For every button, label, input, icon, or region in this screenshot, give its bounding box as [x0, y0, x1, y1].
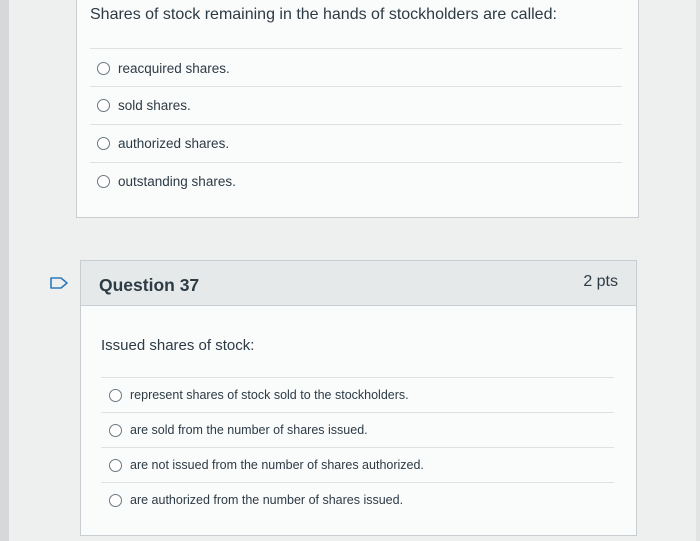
- answer-label: sold shares.: [118, 98, 191, 113]
- question-prompt: Issued shares of stock:: [101, 337, 255, 354]
- answer-label: are authorized from the number of shares…: [130, 493, 404, 507]
- radio-unselected-icon[interactable]: [109, 423, 122, 437]
- radio-unselected-icon[interactable]: [109, 388, 122, 402]
- divider: [101, 447, 614, 448]
- answer-option[interactable]: are authorized from the number of shares…: [109, 493, 403, 507]
- question-card-37: Question 37 2 pts Issued shares of stock…: [80, 260, 637, 536]
- flag-outline-icon[interactable]: [50, 277, 68, 289]
- radio-unselected-icon[interactable]: [97, 99, 110, 112]
- answer-label: are not issued from the number of shares…: [130, 458, 424, 472]
- answer-label: represent shares of stock sold to the st…: [130, 388, 409, 402]
- divider: [101, 412, 614, 413]
- question-title: Question 37: [99, 275, 200, 295]
- question-header: Question 37 2 pts: [81, 261, 636, 306]
- answer-option[interactable]: are not issued from the number of shares…: [109, 458, 424, 472]
- divider: [90, 86, 622, 87]
- answer-option[interactable]: represent shares of stock sold to the st…: [109, 388, 409, 402]
- answer-option[interactable]: outstanding shares.: [97, 174, 236, 189]
- radio-unselected-icon[interactable]: [97, 62, 110, 75]
- question-card-previous: Shares of stock remaining in the hands o…: [76, 0, 639, 218]
- divider: [101, 377, 614, 378]
- scrollbar[interactable]: [696, 0, 700, 541]
- divider: [90, 124, 622, 125]
- left-edge-strip: [0, 0, 9, 541]
- divider: [90, 48, 622, 49]
- answer-option[interactable]: authorized shares.: [97, 136, 229, 151]
- radio-unselected-icon[interactable]: [97, 137, 110, 150]
- divider: [101, 482, 614, 483]
- answer-label: outstanding shares.: [118, 174, 236, 189]
- radio-unselected-icon[interactable]: [97, 175, 110, 188]
- question-prompt: Shares of stock remaining in the hands o…: [90, 6, 557, 23]
- answer-label: reacquired shares.: [118, 61, 230, 76]
- answer-label: authorized shares.: [118, 136, 230, 151]
- question-points: 2 pts: [583, 273, 618, 290]
- answer-option[interactable]: reacquired shares.: [97, 61, 230, 76]
- radio-unselected-icon[interactable]: [109, 458, 122, 472]
- radio-unselected-icon[interactable]: [109, 493, 122, 507]
- answer-option[interactable]: are sold from the number of shares issue…: [109, 423, 368, 437]
- divider: [90, 162, 622, 163]
- answer-option[interactable]: sold shares.: [97, 98, 191, 113]
- answer-label: are sold from the number of shares issue…: [130, 423, 368, 437]
